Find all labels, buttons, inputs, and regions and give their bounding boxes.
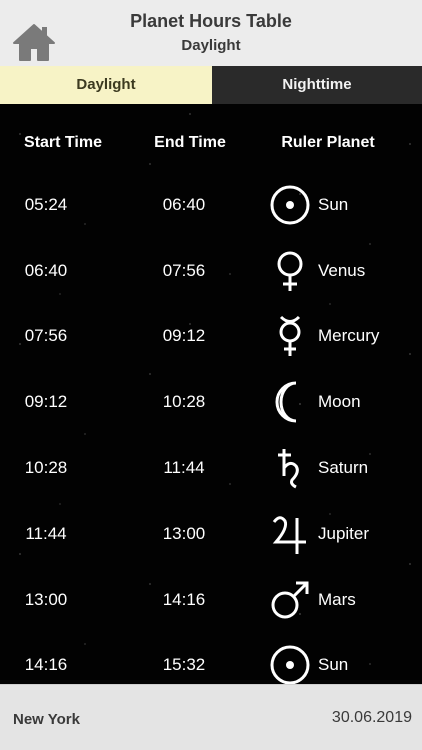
planet-name: Mercury bbox=[318, 326, 380, 346]
location-label[interactable]: New York bbox=[13, 711, 80, 728]
page-subtitle: Daylight bbox=[181, 37, 241, 54]
table-row: 11:44 13:00 Jupiter bbox=[0, 501, 422, 567]
planet-name: Jupiter bbox=[318, 523, 370, 543]
ruler-planet: Sun bbox=[268, 642, 408, 684]
planet-name: Venus bbox=[318, 260, 366, 280]
end-time: 06:40 bbox=[162, 194, 206, 214]
date-label[interactable]: 30.06.2019 bbox=[332, 709, 412, 727]
ruler-planet: Sun bbox=[268, 182, 408, 228]
sun-icon bbox=[268, 643, 312, 684]
start-time: 10:28 bbox=[24, 458, 68, 478]
table-row: 13:00 14:16 Mars bbox=[0, 567, 422, 633]
ruler-planet: Venus bbox=[268, 248, 408, 294]
header: Planet Hours Table Daylight bbox=[0, 0, 422, 66]
start-time: 14:16 bbox=[24, 655, 68, 675]
table-row: 05:24 06:40 Sun bbox=[0, 172, 422, 238]
end-time: 14:16 bbox=[162, 589, 206, 609]
ruler-planet: Mercury bbox=[268, 313, 408, 359]
end-time: 15:32 bbox=[162, 655, 206, 675]
mercury-icon bbox=[268, 314, 312, 358]
footer: New York 30.06.2019 bbox=[0, 684, 422, 750]
moon-icon bbox=[268, 380, 312, 424]
table-row: 14:16 15:32 Sun bbox=[0, 633, 422, 684]
start-time: 09:12 bbox=[24, 392, 68, 412]
planet-name: Sun bbox=[318, 194, 349, 214]
tab-bar: Daylight Nighttime bbox=[0, 66, 422, 104]
table-row: 07:56 09:12 Mercury bbox=[0, 304, 422, 370]
tab-nighttime[interactable]: Nighttime bbox=[212, 66, 422, 104]
column-header-end-time: End Time bbox=[154, 134, 226, 151]
ruler-planet: Moon bbox=[268, 379, 408, 425]
planet-name: Moon bbox=[318, 392, 361, 412]
ruler-planet: Mars bbox=[268, 577, 408, 623]
tab-daylight[interactable]: Daylight bbox=[0, 66, 212, 104]
start-time: 11:44 bbox=[25, 523, 67, 543]
column-header-start-time: Start Time bbox=[24, 134, 102, 151]
ruler-planet: Saturn bbox=[268, 445, 408, 491]
table-rows: 05:24 06:40 Sun 06:40 07:56 Venus 07:56 … bbox=[0, 172, 422, 684]
end-time: 07:56 bbox=[162, 260, 206, 280]
end-time: 13:00 bbox=[162, 523, 206, 543]
table-row: 10:28 11:44 Saturn bbox=[0, 435, 422, 501]
mars-icon bbox=[268, 578, 312, 622]
saturn-icon bbox=[268, 446, 312, 490]
end-time: 11:44 bbox=[163, 458, 205, 478]
end-time: 09:12 bbox=[162, 326, 206, 346]
start-time: 06:40 bbox=[24, 260, 68, 280]
sun-icon bbox=[268, 183, 312, 227]
jupiter-icon bbox=[268, 512, 312, 556]
end-time: 10:28 bbox=[162, 392, 206, 412]
table-header: Start Time End Time Ruler Planet bbox=[0, 134, 422, 158]
planet-hours-table: Start Time End Time Ruler Planet 05:24 0… bbox=[0, 104, 422, 684]
start-time: 05:24 bbox=[24, 194, 68, 214]
ruler-planet: Jupiter bbox=[268, 511, 408, 557]
planet-name: Sun bbox=[318, 655, 349, 675]
page-title: Planet Hours Table bbox=[130, 11, 292, 31]
table-row: 06:40 07:56 Venus bbox=[0, 238, 422, 304]
start-time: 07:56 bbox=[24, 326, 68, 346]
planet-name: Saturn bbox=[318, 458, 369, 478]
planet-name: Mars bbox=[318, 589, 356, 609]
start-time: 13:00 bbox=[24, 589, 68, 609]
table-row: 09:12 10:28 Moon bbox=[0, 369, 422, 435]
venus-icon bbox=[268, 249, 312, 293]
column-header-ruler-planet: Ruler Planet bbox=[281, 134, 375, 151]
